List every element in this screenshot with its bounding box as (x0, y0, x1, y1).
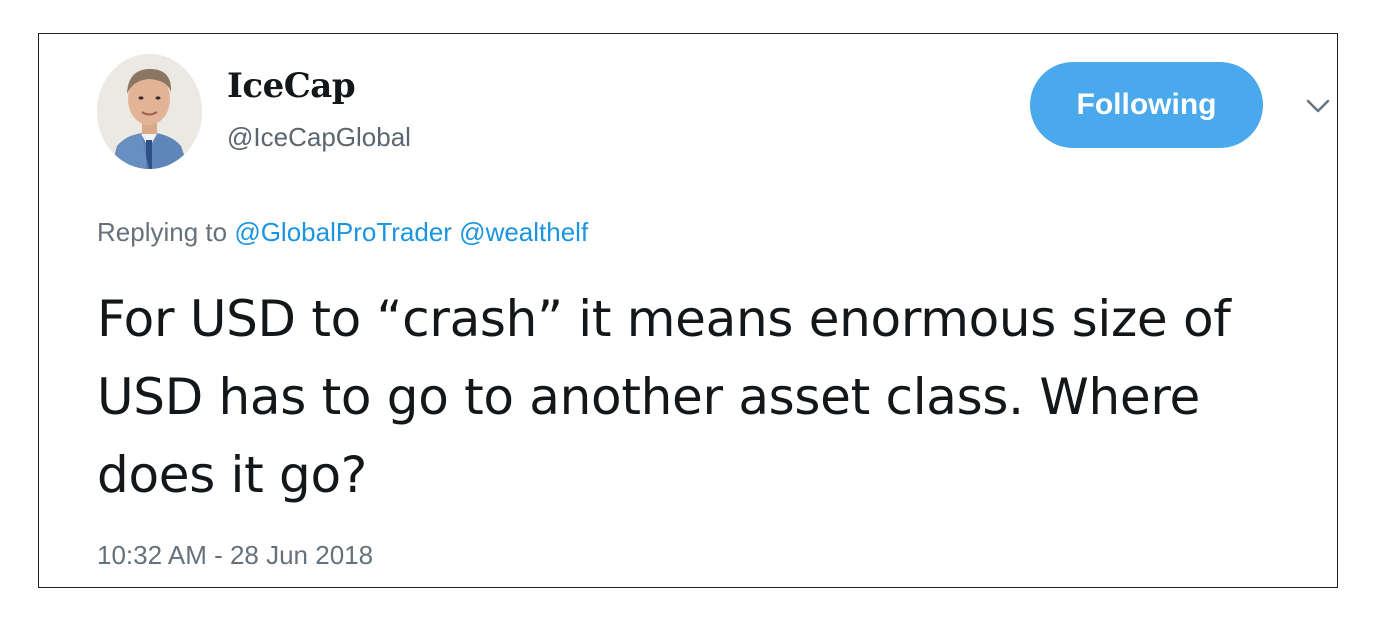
avatar[interactable] (97, 54, 202, 169)
mention-link[interactable]: @GlobalProTrader (234, 217, 452, 247)
profile-photo-icon (97, 54, 202, 169)
tweet-text: For USD to “crash” it means enormous siz… (97, 290, 1231, 504)
mention-link[interactable]: @wealthelf (459, 217, 588, 247)
chevron-down-icon[interactable] (1305, 96, 1331, 116)
tweet-timestamp[interactable]: 10:32 AM - 28 Jun 2018 (97, 540, 373, 571)
user-handle[interactable]: @IceCapGlobal (227, 122, 411, 153)
display-name[interactable]: IceCap (227, 66, 356, 106)
reply-context: Replying to @GlobalProTrader @wealthelf (97, 217, 588, 248)
following-button[interactable]: Following (1030, 62, 1263, 148)
reply-prefix: Replying to (97, 217, 228, 247)
tweet-card: IceCap @IceCapGlobal Following Replying … (38, 33, 1338, 588)
